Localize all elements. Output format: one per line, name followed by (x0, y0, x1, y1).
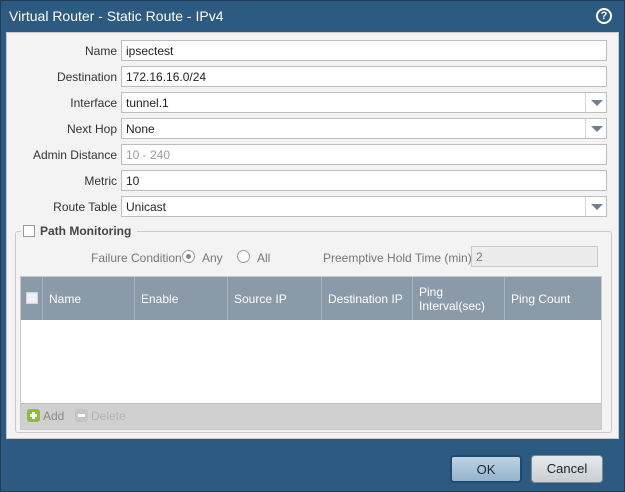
failure-condition-label: Failure Condition (91, 251, 182, 265)
destination-input[interactable]: 172.16.16.0/24 (121, 66, 607, 87)
chevron-down-icon[interactable] (585, 119, 606, 138)
interface-label: Interface (70, 96, 117, 110)
destination-label: Destination (56, 70, 117, 84)
column-header-ping-count[interactable]: Ping Count (505, 277, 601, 320)
next-hop-row: Next Hop None (7, 118, 620, 140)
path-monitoring-table: Name Enable Source IP Destination IP Pin… (20, 276, 602, 430)
metric-row: Metric 10 (7, 170, 620, 192)
ok-button[interactable]: OK (450, 455, 522, 483)
table-header: Name Enable Source IP Destination IP Pin… (21, 277, 601, 320)
dialog-content: Name ipsectest Destination 172.16.16.0/2… (6, 32, 619, 439)
route-table-value: Unicast (126, 200, 167, 214)
route-table-label: Route Table (53, 200, 117, 214)
failure-condition-all-radio[interactable] (237, 250, 250, 263)
preemptive-hold-time-label: Preemptive Hold Time (min) (323, 251, 472, 265)
route-table-row: Route Table Unicast (7, 196, 620, 218)
delete-button[interactable]: Delete (75, 409, 126, 423)
add-label: Add (43, 409, 65, 423)
dialog-titlebar: Virtual Router - Static Route - IPv4 ? (1, 1, 624, 32)
interface-row: Interface tunnel.1 (7, 92, 620, 114)
select-all-checkbox[interactable] (26, 292, 38, 304)
help-icon[interactable]: ? (596, 8, 612, 24)
column-header-source-ip[interactable]: Source IP (228, 277, 322, 320)
interface-select[interactable]: tunnel.1 (121, 92, 607, 113)
static-route-dialog: Virtual Router - Static Route - IPv4 ? N… (0, 0, 625, 492)
delete-label: Delete (91, 409, 126, 423)
preemptive-hold-time-input[interactable]: 2 (471, 246, 598, 267)
failure-condition-all-label: All (257, 251, 271, 265)
path-monitoring-label: Path Monitoring (40, 224, 132, 238)
delete-icon (75, 409, 88, 422)
dialog-title: Virtual Router - Static Route - IPv4 (9, 8, 224, 24)
chevron-down-icon[interactable] (585, 197, 606, 216)
name-label: Name (84, 44, 117, 58)
add-button[interactable]: Add (27, 409, 64, 423)
name-row: Name ipsectest (7, 40, 620, 62)
admin-distance-input[interactable]: 10 - 240 (121, 144, 607, 165)
route-table-select[interactable]: Unicast (121, 196, 607, 217)
metric-label: Metric (84, 174, 117, 188)
path-monitoring-header: Path Monitoring (21, 224, 138, 240)
chevron-down-icon[interactable] (585, 93, 606, 112)
interface-value: tunnel.1 (126, 96, 169, 110)
next-hop-value: None (126, 122, 155, 136)
column-header-ping-interval[interactable]: Ping Interval(sec) (413, 277, 505, 320)
column-header-name[interactable]: Name (43, 277, 135, 320)
metric-input[interactable]: 10 (121, 170, 607, 191)
next-hop-select[interactable]: None (121, 118, 607, 139)
column-header-enable[interactable]: Enable (135, 277, 228, 320)
admin-distance-row: Admin Distance 10 - 240 (7, 144, 620, 166)
select-all-cell (21, 277, 43, 320)
cancel-button[interactable]: Cancel (531, 455, 603, 483)
path-monitoring-checkbox[interactable] (23, 225, 35, 237)
add-icon (27, 409, 40, 422)
name-input[interactable]: ipsectest (121, 40, 607, 61)
failure-condition-any-radio[interactable] (182, 250, 195, 263)
destination-row: Destination 172.16.16.0/24 (7, 66, 620, 88)
table-toolbar: Add Delete (21, 403, 601, 429)
admin-distance-label: Admin Distance (32, 148, 117, 162)
next-hop-label: Next Hop (66, 122, 117, 136)
failure-condition-any-label: Any (202, 251, 223, 265)
column-header-destination-ip[interactable]: Destination IP (322, 277, 413, 320)
